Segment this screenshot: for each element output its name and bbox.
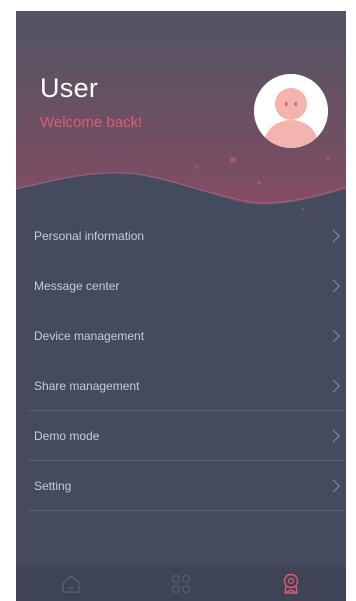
menu-share-management[interactable]: Share management	[16, 361, 346, 411]
chevron-right-icon	[327, 379, 340, 393]
avatar-icon	[254, 74, 328, 148]
menu-message-center[interactable]: Message center	[16, 261, 346, 311]
settings-menu: Personal information Message center Devi…	[16, 211, 346, 511]
page-title: User	[40, 73, 99, 103]
profile-badge-icon	[283, 573, 299, 594]
menu-setting[interactable]: Setting	[16, 461, 346, 511]
tab-profile[interactable]	[236, 567, 346, 601]
menu-item-label: Personal information	[34, 229, 145, 243]
avatar[interactable]	[254, 74, 328, 148]
menu-item-label: Share management	[34, 379, 140, 393]
chevron-right-icon	[327, 279, 340, 293]
bottom-tab-bar	[16, 567, 346, 601]
menu-item-label: Setting	[34, 479, 72, 493]
chevron-right-icon	[327, 479, 340, 493]
chevron-right-icon	[327, 429, 340, 443]
profile-header: User Welcome back!	[16, 11, 346, 221]
profile-screen: User Welcome back! Personal information …	[16, 11, 346, 601]
menu-item-label: Device management	[34, 329, 145, 343]
tab-home[interactable]	[16, 567, 126, 601]
welcome-message: Welcome back!	[40, 114, 143, 131]
chevron-right-icon	[327, 329, 340, 343]
menu-personal-information[interactable]: Personal information	[16, 211, 346, 261]
chevron-right-icon	[327, 229, 340, 243]
menu-demo-mode[interactable]: Demo mode	[16, 411, 346, 461]
menu-item-label: Demo mode	[34, 429, 100, 443]
menu-device-management[interactable]: Device management	[16, 311, 346, 361]
tab-apps[interactable]	[126, 567, 236, 601]
menu-item-label: Message center	[34, 279, 120, 293]
home-icon	[62, 575, 80, 593]
grid-icon	[171, 574, 191, 594]
